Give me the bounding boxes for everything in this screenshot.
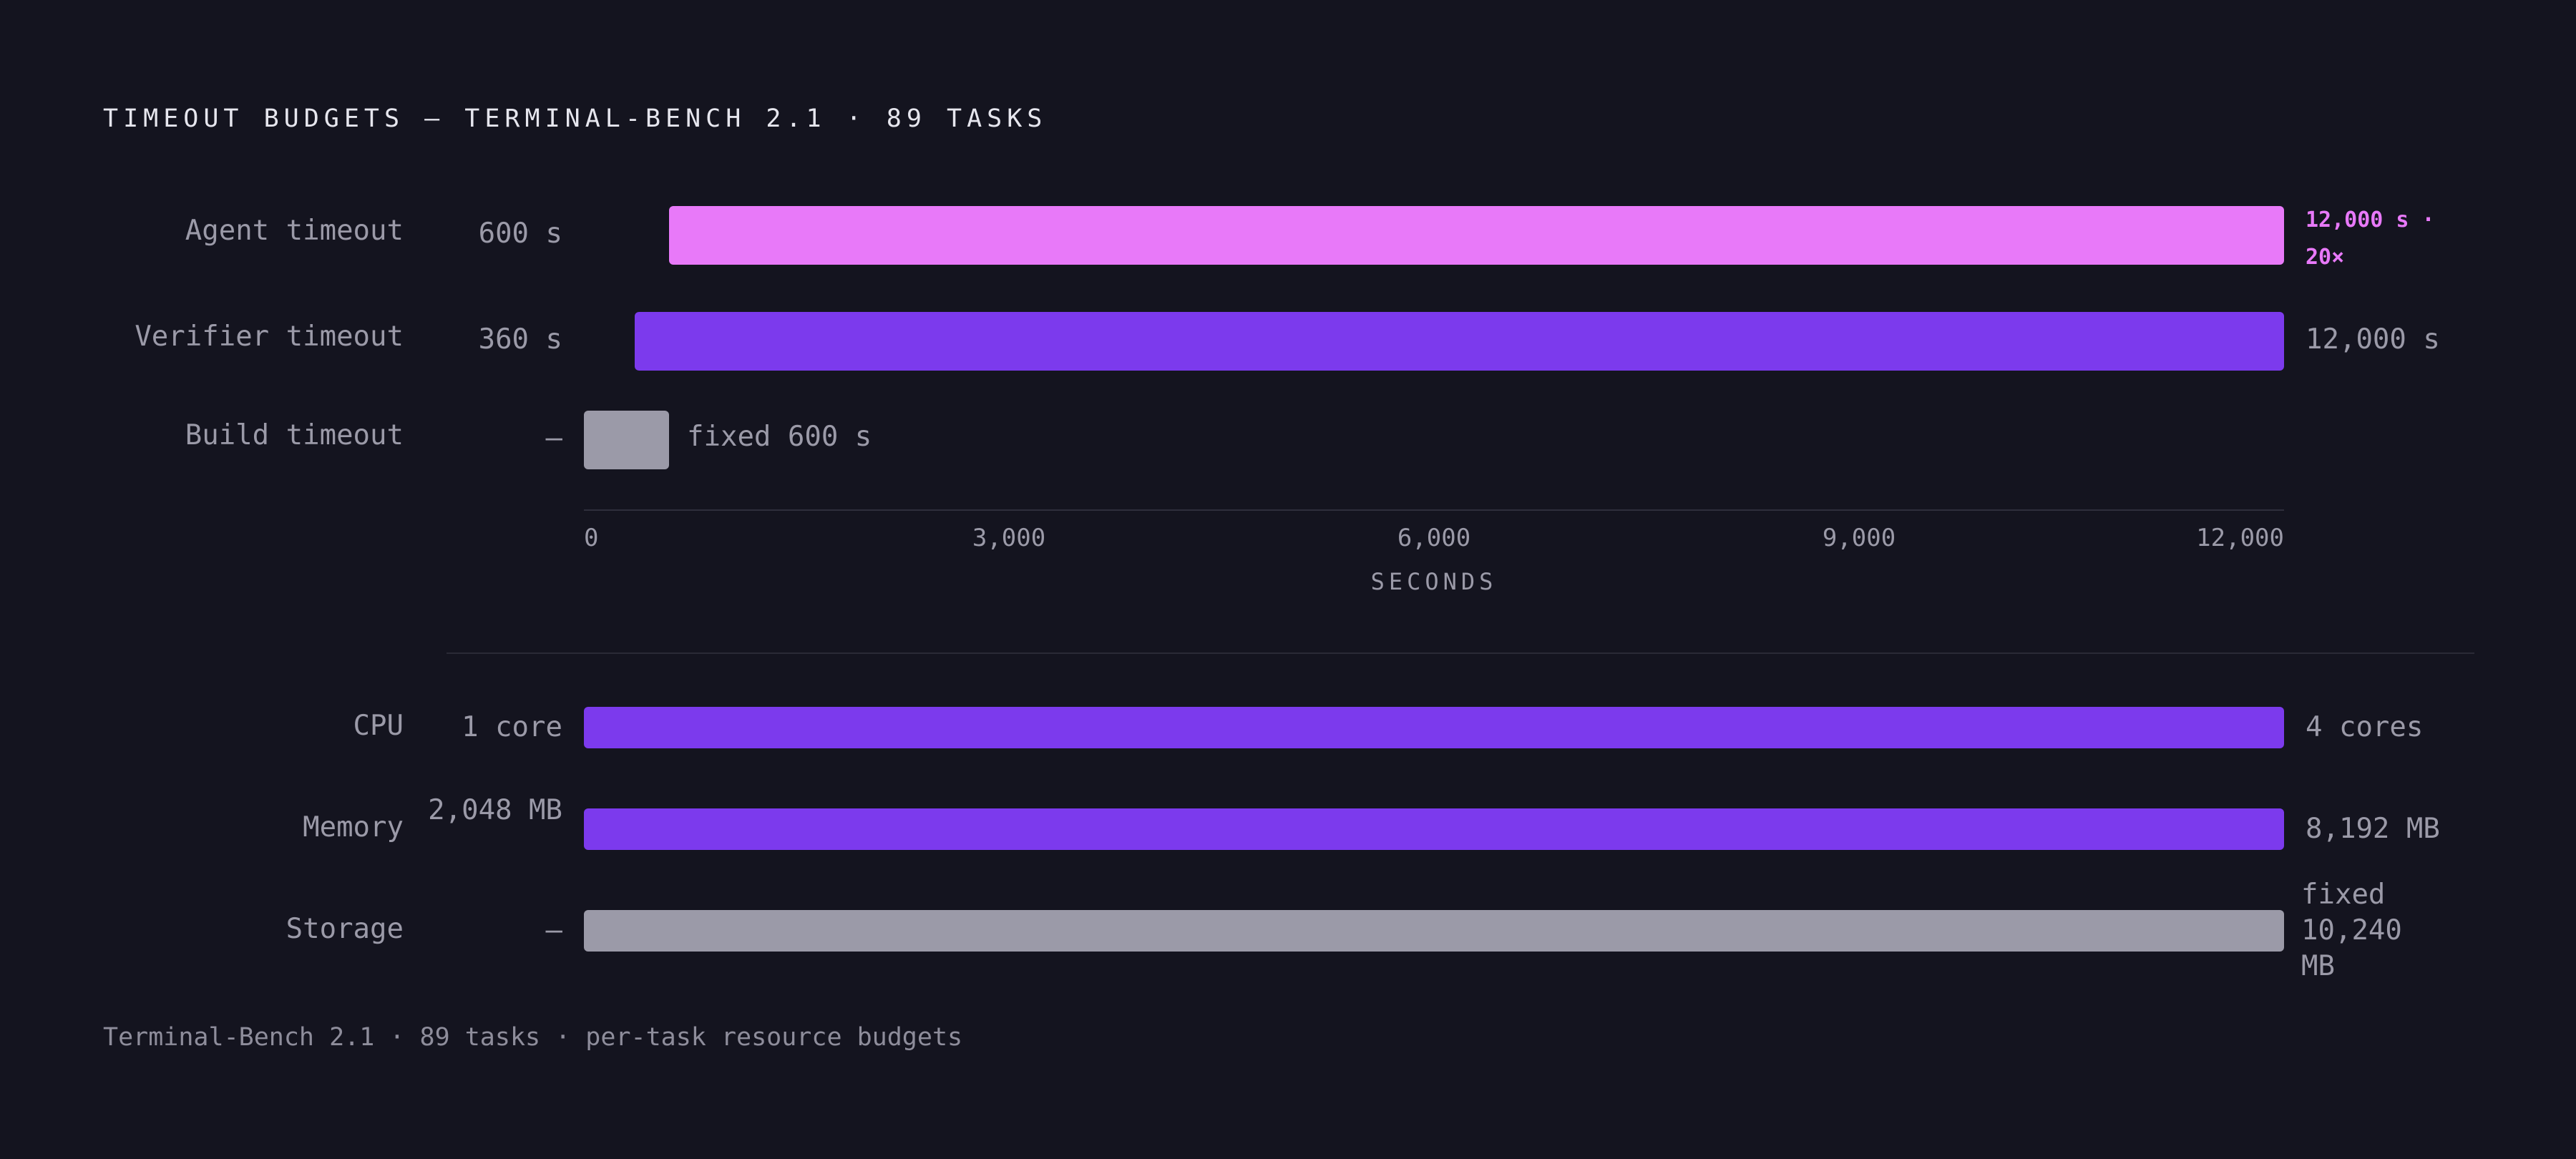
max-label-memory: 8,192 MB xyxy=(2306,813,2440,845)
bar-storage xyxy=(584,910,2284,952)
bar-cpu xyxy=(584,707,2284,748)
x-tick-label: 0 xyxy=(584,524,599,552)
x-axis-line xyxy=(584,509,2284,511)
bar-agent-timeout xyxy=(668,206,2284,265)
max-label-verifier-timeout: 12,000 s xyxy=(2306,323,2440,356)
max-label-cpu: 4 cores xyxy=(2306,711,2424,743)
row-label-cpu: CPU xyxy=(353,710,404,742)
x-tick-label: 12,000 xyxy=(2196,524,2284,552)
bar-build-timeout xyxy=(584,411,669,469)
min-label-agent-timeout: 600 s xyxy=(478,217,562,250)
bar-memory xyxy=(584,808,2284,850)
min-label-build-timeout: — xyxy=(545,422,562,454)
bar-verifier-timeout xyxy=(635,312,2284,371)
x-tick-label: 9,000 xyxy=(1822,524,1896,552)
min-label-storage: — xyxy=(545,914,562,947)
row-label-agent-timeout: Agent timeout xyxy=(185,215,404,247)
max-label-storage: fixed 10,240 MB xyxy=(2301,879,2402,982)
row-label-verifier-timeout: Verifier timeout xyxy=(135,321,404,353)
x-axis-title: SECONDS xyxy=(1370,568,1498,595)
chart-title: TIMEOUT BUDGETS — TERMINAL-BENCH 2.1 · 8… xyxy=(103,104,1048,133)
row-label-build-timeout: Build timeout xyxy=(185,419,404,451)
row-label-storage: Storage xyxy=(286,913,404,945)
min-label-verifier-timeout: 360 s xyxy=(478,323,562,356)
max-label-build-timeout: fixed 600 s xyxy=(687,421,872,453)
x-tick-label: 3,000 xyxy=(972,524,1046,552)
section-divider xyxy=(447,652,2474,654)
min-label-cpu: 1 core xyxy=(462,711,562,743)
max-label-agent-timeout: 12,000 s · 20× xyxy=(2306,207,2435,270)
min-label-memory: 2,048 MB xyxy=(428,794,562,826)
row-label-memory: Memory xyxy=(303,811,404,843)
footer-caption: Terminal-Bench 2.1 · 89 tasks · per-task… xyxy=(103,1023,963,1052)
x-tick-label: 6,000 xyxy=(1397,524,1471,552)
